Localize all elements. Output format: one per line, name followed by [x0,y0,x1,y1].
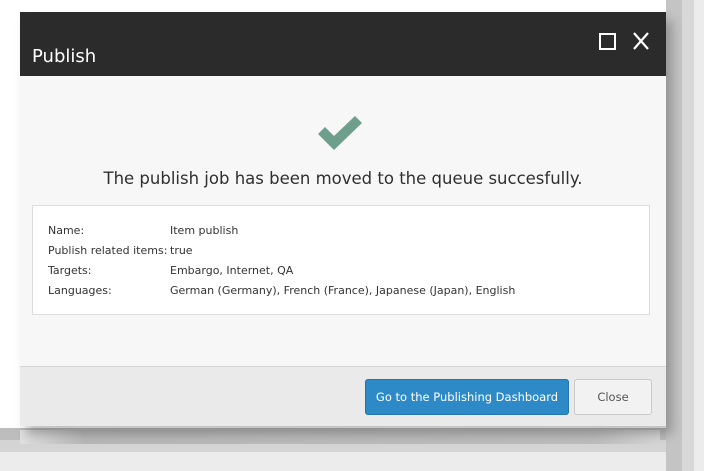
checkmark-icon [318,116,362,150]
maximize-button[interactable] [596,30,618,52]
maximize-icon [599,33,616,50]
detail-row-targets: Targets: Embargo, Internet, QA [48,264,293,278]
detail-row-related-items: Publish related items: true [48,244,193,258]
close-button[interactable]: Close [574,379,652,415]
detail-label: Targets: [48,264,92,277]
dialog-title: Publish [32,46,97,67]
dialog-content: The publish job has been moved to the qu… [20,76,666,366]
detail-row-languages: Languages: German (Germany), French (Fran… [48,284,515,298]
publish-details-panel: Name: Item publish Publish related items:… [32,205,650,315]
detail-label: Languages: [48,284,112,297]
detail-label: Name: [48,224,85,237]
status-message: The publish job has been moved to the qu… [103,169,583,188]
close-window-button[interactable] [630,30,652,52]
close-icon [633,32,649,50]
detail-value: German (Germany), French (France), Japan… [170,284,516,297]
publish-dialog: Publish The publish job has been moved t… [20,12,666,426]
dialog-shadow [20,430,660,444]
detail-value: true [170,244,193,257]
detail-label: Publish related items: [48,244,168,257]
go-to-publishing-dashboard-button[interactable]: Go to the Publishing Dashboard [365,379,569,415]
dialog-footer: Go to the Publishing Dashboard Close [20,366,666,426]
detail-row-name: Name: Item publish [48,224,238,238]
dialog-titlebar: Publish [20,12,666,76]
detail-value: Embargo, Internet, QA [170,264,294,277]
detail-value: Item publish [170,224,239,237]
